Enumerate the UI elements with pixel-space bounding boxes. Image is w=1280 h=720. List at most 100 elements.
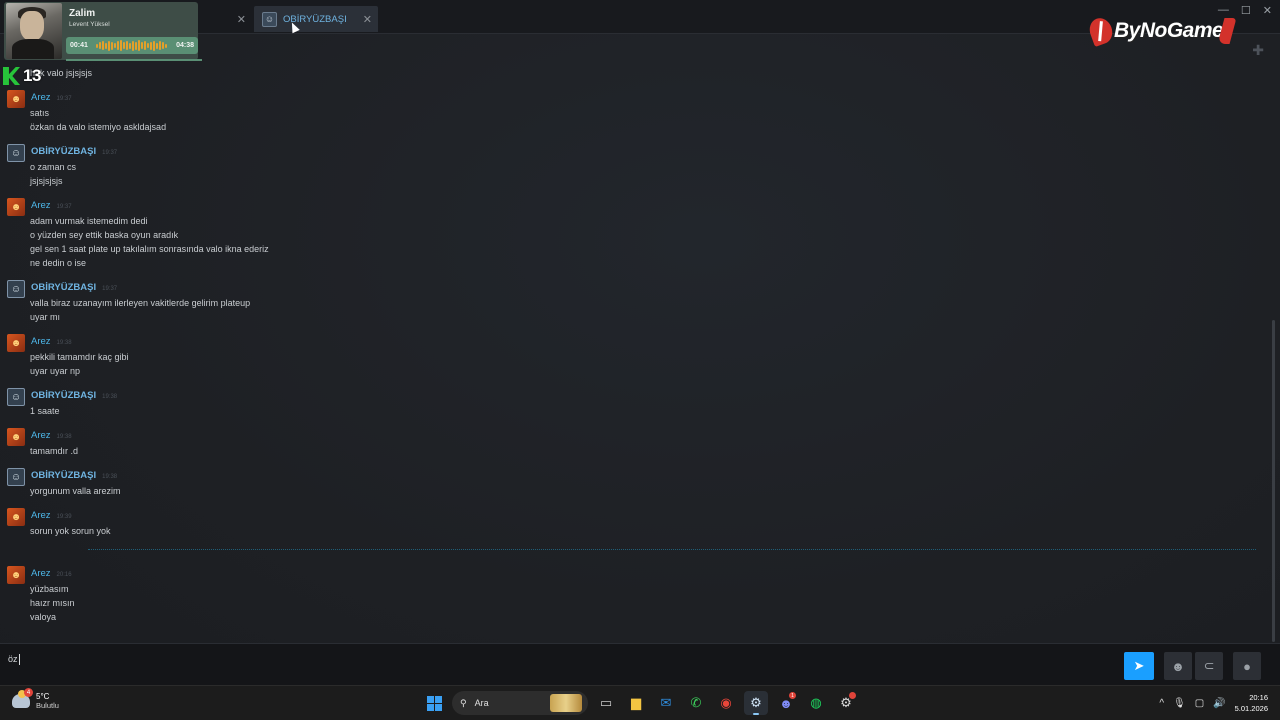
avatar[interactable]: ☻ xyxy=(7,428,25,446)
message-line: özkan da valo istemiyo askldajsad xyxy=(30,122,167,132)
logo-mark-icon xyxy=(1086,15,1116,47)
message-line: pekkili tamamdır kaç gibi xyxy=(30,352,129,362)
avatar[interactable]: ☻ xyxy=(7,334,25,352)
clock-time: 20:16 xyxy=(1249,693,1268,702)
smiley-icon: ☻ xyxy=(1171,658,1185,674)
add-friend-icon[interactable]: ✚ xyxy=(1252,42,1264,59)
steam-chat-window: ✕ ☺ OBİRYÜZBAŞI ✕ — ☐ ✕ ✚ hak valo jsjsj… xyxy=(0,0,1280,685)
message-author[interactable]: OBİRYÜZBAŞI 19:37 xyxy=(31,282,117,293)
elapsed-time: 00:41 xyxy=(70,42,88,49)
message-author[interactable]: OBİRYÜZBAŞI 19:37 xyxy=(31,146,117,157)
avatar[interactable]: ☺ xyxy=(7,280,25,298)
start-button[interactable] xyxy=(422,691,446,715)
pin-icon: ● xyxy=(1243,658,1251,674)
steam-icon[interactable]: ⚙ xyxy=(744,691,768,715)
file-explorer-icon[interactable]: ▆ xyxy=(624,691,648,715)
scrollbar[interactable] xyxy=(1272,320,1275,642)
message-line: tamamdır .d xyxy=(30,446,79,456)
weather-temp: 5°C xyxy=(36,692,50,701)
message-author[interactable]: Arez 19:37 xyxy=(31,92,72,103)
paperclip-icon: ⊂ xyxy=(1203,658,1215,673)
message-line: jsjsjsjsjs xyxy=(30,176,63,186)
message-author[interactable]: Arez 19:39 xyxy=(31,510,72,521)
spotify-icon[interactable]: ◍ xyxy=(804,691,828,715)
attach-button[interactable]: ⊂ xyxy=(1195,652,1223,680)
microphone-icon[interactable]: 🎙 xyxy=(1173,698,1186,709)
minimize-icon[interactable]: — xyxy=(1218,4,1229,17)
message-line: satıs xyxy=(30,108,50,118)
progress-bar: 00:41 04:38 xyxy=(66,37,198,54)
age-rating-badge: 13 xyxy=(3,66,41,86)
message-line: uyar uyar np xyxy=(30,366,81,376)
message-author[interactable]: OBİRYÜZBAŞI 19:38 xyxy=(31,470,117,481)
message-line: sorun yok sorun yok xyxy=(30,526,111,536)
bynogame-logo: ByNoGame xyxy=(1086,15,1237,47)
album-cover xyxy=(6,3,62,59)
search-label: Ara xyxy=(474,698,489,708)
message-input[interactable]: öz xyxy=(8,654,1108,674)
message-line: o zaman cs xyxy=(30,162,77,172)
age-rating-number: 13 xyxy=(23,66,41,85)
message-author[interactable]: Arez 19:37 xyxy=(31,200,72,211)
message-line: valla biraz uzanayım ilerleyen vakitlerd… xyxy=(30,298,251,308)
message-line: yüzbasım xyxy=(30,584,69,594)
discord-badge: 1 xyxy=(789,692,796,699)
discord-icon[interactable]: ☻ 1 xyxy=(774,691,798,715)
send-button[interactable]: ➤ xyxy=(1124,652,1154,680)
message-line: gel sen 1 saat plate up takılalım sonras… xyxy=(30,244,269,254)
track-title: Zalim xyxy=(69,8,96,19)
message-author[interactable]: Arez 19:38 xyxy=(31,430,72,441)
avatar[interactable]: ☻ xyxy=(7,566,25,584)
weather-widget[interactable]: 5°C Bulutlu xyxy=(12,688,59,710)
outlook-icon[interactable]: ✉ xyxy=(654,691,678,715)
new-messages-divider xyxy=(88,549,1256,550)
network-icon[interactable]: ▢ xyxy=(1195,698,1204,709)
avatar[interactable]: ☺ xyxy=(7,144,25,162)
track-artist: Levent Yüksel xyxy=(69,21,110,28)
chevron-up-icon[interactable]: ^ xyxy=(1159,698,1164,709)
message-composer: öz ➤ ☻ ⊂ ● xyxy=(0,643,1280,685)
maximize-icon[interactable]: ☐ xyxy=(1241,4,1251,17)
message-author[interactable]: Arez 20:16 xyxy=(31,568,72,579)
message-line: o yüzden sey ettik baska oyun aradık xyxy=(30,230,179,240)
taskbar-apps: ⚲ Ara ▭ ▆ ✉ ✆ ◉ ⚙ ☻ 1 ◍ ⚙ xyxy=(422,691,858,715)
avatar[interactable]: ☻ xyxy=(7,198,25,216)
windows-taskbar: 5°C Bulutlu ⚲ Ara ▭ ▆ ✉ ✆ ◉ ⚙ ☻1 ◍ ⚙ ^ 🎙… xyxy=(0,685,1280,720)
text-caret xyxy=(18,654,20,666)
friend-avatar-icon: ☺ xyxy=(262,11,277,27)
tab-zalim[interactable]: ✕ xyxy=(200,6,252,32)
message-author[interactable]: OBİRYÜZBAŞI 19:38 xyxy=(31,390,117,401)
whatsapp-icon[interactable]: ✆ xyxy=(684,691,708,715)
taskbar-search[interactable]: ⚲ Ara xyxy=(452,691,588,715)
send-icon: ➤ xyxy=(1133,658,1145,673)
more-options-button[interactable]: ● xyxy=(1233,652,1261,680)
task-view-icon[interactable]: ▭ xyxy=(594,691,618,715)
clock[interactable]: 20:16 5.01.2026 xyxy=(1235,692,1268,714)
app-icon[interactable]: ⚙ xyxy=(834,691,858,715)
message-author[interactable]: Arez 19:38 xyxy=(31,336,72,347)
weather-icon xyxy=(12,688,33,708)
weather-condition: Bulutlu xyxy=(36,701,59,710)
system-tray: ^ 🎙 ▢ 🔊 20:16 5.01.2026 xyxy=(1159,692,1268,714)
message-line: ne dedin o ise xyxy=(30,258,87,268)
chrome-icon[interactable]: ◉ xyxy=(714,691,738,715)
avatar[interactable]: ☻ xyxy=(7,508,25,526)
notification-dot xyxy=(849,692,856,699)
message-line: 1 saate xyxy=(30,406,60,416)
message-line: adam vurmak istemedim dedi xyxy=(30,216,148,226)
close-icon[interactable]: ✕ xyxy=(363,13,372,26)
clock-date: 5.01.2026 xyxy=(1234,704,1268,713)
close-window-icon[interactable]: ✕ xyxy=(1263,4,1272,17)
volume-icon[interactable]: 🔊 xyxy=(1213,698,1225,709)
avatar[interactable]: ☺ xyxy=(7,468,25,486)
tab-obiryuzbasi[interactable]: ☺ OBİRYÜZBAŞI ✕ xyxy=(254,6,378,32)
avatar[interactable]: ☻ xyxy=(7,90,25,108)
k-logo-icon xyxy=(3,67,20,85)
search-highlight-image xyxy=(550,694,582,712)
close-icon[interactable]: ✕ xyxy=(237,13,246,26)
now-playing-widget: Zalim Levent Yüksel 00:41 04:38 xyxy=(4,2,202,61)
avatar[interactable]: ☺ xyxy=(7,388,25,406)
emoticon-button[interactable]: ☻ xyxy=(1164,652,1192,680)
waveform xyxy=(96,40,168,51)
search-icon: ⚲ xyxy=(460,697,467,708)
